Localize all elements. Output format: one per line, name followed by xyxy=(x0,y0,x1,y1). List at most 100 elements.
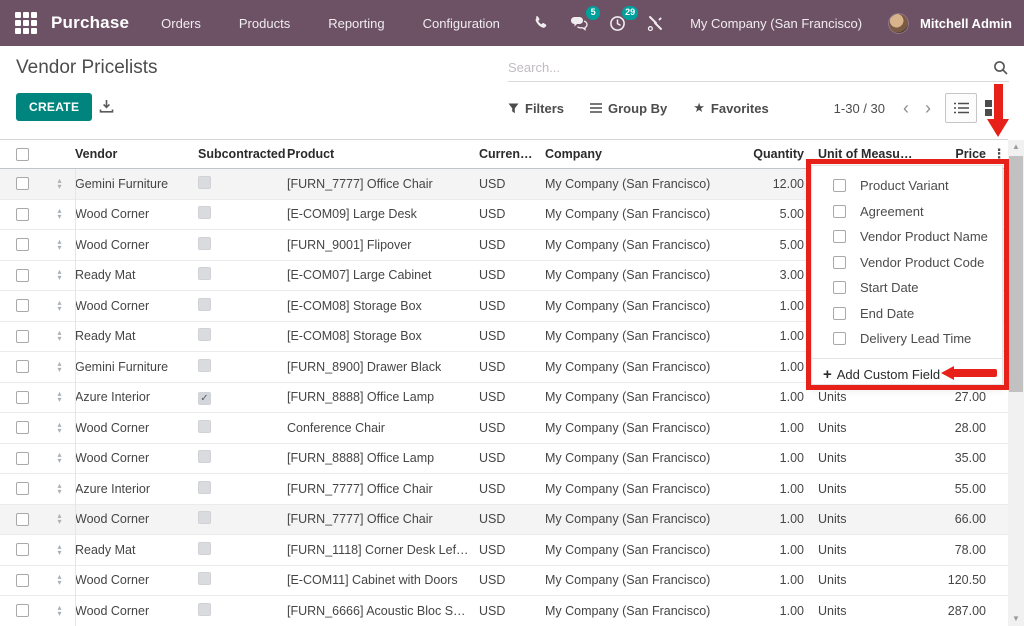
drag-handle-icon[interactable]: ▴▾ xyxy=(44,208,75,220)
messages-icon[interactable]: 5 xyxy=(562,8,596,38)
company-cell: My Company (San Francisco) xyxy=(545,512,735,526)
vendor-cell: Azure Interior xyxy=(75,390,198,404)
subcontracted-checkbox xyxy=(198,572,211,585)
header-subcontracted[interactable]: Subcontracted xyxy=(198,147,287,161)
dropdown-item-checkbox[interactable] xyxy=(833,179,846,192)
product-cell: [FURN_6666] Acoustic Bloc S… xyxy=(287,604,479,618)
company-switcher[interactable]: My Company (San Francisco) xyxy=(690,16,862,31)
header-company[interactable]: Company xyxy=(545,147,735,161)
header-price[interactable]: Price xyxy=(912,147,990,161)
filters-button[interactable]: Filters xyxy=(508,101,564,116)
header-currency[interactable]: Curren… xyxy=(479,147,545,161)
pager-next-button[interactable]: › xyxy=(917,98,939,118)
nav-reporting[interactable]: Reporting xyxy=(328,16,384,31)
drag-handle-icon[interactable]: ▴▾ xyxy=(44,422,75,434)
list-view-button[interactable] xyxy=(945,93,977,123)
kanban-view-button[interactable] xyxy=(977,93,1009,123)
dropdown-item-checkbox[interactable] xyxy=(833,205,846,218)
row-checkbox[interactable] xyxy=(16,208,29,221)
scroll-down-arrow-icon[interactable]: ▼ xyxy=(1008,612,1024,626)
dropdown-item-checkbox[interactable] xyxy=(833,281,846,294)
header-uom[interactable]: Unit of Measu… xyxy=(808,147,912,161)
drag-handle-icon[interactable]: ▴▾ xyxy=(44,483,75,495)
row-checkbox[interactable] xyxy=(16,177,29,190)
dropdown-item[interactable]: Agreement xyxy=(812,199,1002,225)
dropdown-item[interactable]: Delivery Lead Time xyxy=(812,326,1002,352)
table-row[interactable]: ▴▾Azure Interior[FURN_7777] Office Chair… xyxy=(0,474,1008,505)
group-by-button[interactable]: Group By xyxy=(590,101,667,116)
product-cell: [FURN_7777] Office Chair xyxy=(287,482,479,496)
phone-icon[interactable] xyxy=(524,8,558,38)
drag-handle-icon[interactable]: ▴▾ xyxy=(44,269,75,281)
export-icon[interactable] xyxy=(99,99,114,114)
nav-orders[interactable]: Orders xyxy=(161,16,201,31)
row-checkbox[interactable] xyxy=(16,238,29,251)
header-vendor[interactable]: Vendor xyxy=(75,147,198,161)
dropdown-item-checkbox[interactable] xyxy=(833,307,846,320)
drag-handle-icon[interactable]: ▴▾ xyxy=(44,452,75,464)
drag-handle-icon[interactable]: ▴▾ xyxy=(44,605,75,617)
row-checkbox[interactable] xyxy=(16,330,29,343)
search-input[interactable] xyxy=(508,60,993,75)
user-avatar[interactable] xyxy=(888,13,909,34)
apps-menu-icon[interactable] xyxy=(15,12,37,34)
nav-configuration[interactable]: Configuration xyxy=(423,16,500,31)
app-name[interactable]: Purchase xyxy=(51,13,129,33)
favorites-button[interactable]: ★ Favorites xyxy=(693,100,768,116)
dropdown-item[interactable]: Vendor Product Code xyxy=(812,250,1002,276)
drag-handle-icon[interactable]: ▴▾ xyxy=(44,300,75,312)
dropdown-item-checkbox[interactable] xyxy=(833,230,846,243)
activities-icon[interactable]: 29 xyxy=(600,8,634,38)
drag-handle-icon[interactable]: ▴▾ xyxy=(44,330,75,342)
create-button[interactable]: CREATE xyxy=(16,93,92,121)
row-checkbox[interactable] xyxy=(16,452,29,465)
vertical-scrollbar[interactable]: ▲ ▼ xyxy=(1008,140,1024,626)
row-checkbox[interactable] xyxy=(16,299,29,312)
row-checkbox[interactable] xyxy=(16,574,29,587)
drag-handle-icon[interactable]: ▴▾ xyxy=(44,544,75,556)
row-checkbox[interactable] xyxy=(16,513,29,526)
drag-handle-icon[interactable]: ▴▾ xyxy=(44,574,75,586)
drag-handle-icon[interactable]: ▴▾ xyxy=(44,361,75,373)
row-checkbox[interactable] xyxy=(16,482,29,495)
dropdown-item[interactable]: End Date xyxy=(812,301,1002,327)
table-row[interactable]: ▴▾Wood CornerConference ChairUSDMy Compa… xyxy=(0,413,1008,444)
table-row[interactable]: ▴▾Wood Corner[FURN_7777] Office ChairUSD… xyxy=(0,505,1008,536)
drag-handle-icon[interactable]: ▴▾ xyxy=(44,239,75,251)
row-checkbox[interactable] xyxy=(16,421,29,434)
dropdown-item-checkbox[interactable] xyxy=(833,332,846,345)
dropdown-item-checkbox[interactable] xyxy=(833,256,846,269)
drag-handle-icon[interactable]: ▴▾ xyxy=(44,178,75,190)
search-bar[interactable] xyxy=(508,54,1009,82)
nav-products[interactable]: Products xyxy=(239,16,290,31)
scrollbar-thumb[interactable] xyxy=(1009,156,1023,392)
table-row[interactable]: ▴▾Wood Corner[FURN_8888] Office LampUSDM… xyxy=(0,444,1008,475)
row-checkbox[interactable] xyxy=(16,360,29,373)
search-icon[interactable] xyxy=(993,60,1009,76)
activities-badge: 29 xyxy=(622,6,638,20)
row-checkbox[interactable] xyxy=(16,269,29,282)
dropdown-item[interactable]: Vendor Product Name xyxy=(812,224,1002,250)
drag-handle-icon[interactable]: ▴▾ xyxy=(44,513,75,525)
drag-handle-icon[interactable]: ▴▾ xyxy=(44,391,75,403)
row-checkbox[interactable] xyxy=(16,543,29,556)
row-checkbox[interactable] xyxy=(16,391,29,404)
row-checkbox[interactable] xyxy=(16,604,29,617)
select-all-checkbox[interactable] xyxy=(16,148,29,161)
header-product[interactable]: Product xyxy=(287,147,479,161)
dropdown-item-label: Agreement xyxy=(860,204,924,219)
user-menu[interactable]: Mitchell Admin xyxy=(920,16,1012,31)
scroll-up-arrow-icon[interactable]: ▲ xyxy=(1008,140,1024,154)
tools-icon[interactable] xyxy=(638,8,672,38)
add-custom-field-button[interactable]: + Add Custom Field xyxy=(812,358,1002,390)
dropdown-item[interactable]: Product Variant xyxy=(812,173,1002,199)
pager-previous-button[interactable]: ‹ xyxy=(895,98,917,118)
dropdown-item[interactable]: Start Date xyxy=(812,275,1002,301)
table-row[interactable]: ▴▾Ready Mat[FURN_1118] Corner Desk Lef…U… xyxy=(0,535,1008,566)
table-row[interactable]: ▴▾Wood Corner[E-COM11] Cabinet with Door… xyxy=(0,566,1008,597)
vendor-cell: Ready Mat xyxy=(75,329,198,343)
header-quantity[interactable]: Quantity xyxy=(735,147,808,161)
vendor-cell: Ready Mat xyxy=(75,543,198,557)
optional-columns-toggle[interactable]: ⋮ xyxy=(990,146,1008,162)
table-row[interactable]: ▴▾Wood Corner[FURN_6666] Acoustic Bloc S… xyxy=(0,596,1008,626)
